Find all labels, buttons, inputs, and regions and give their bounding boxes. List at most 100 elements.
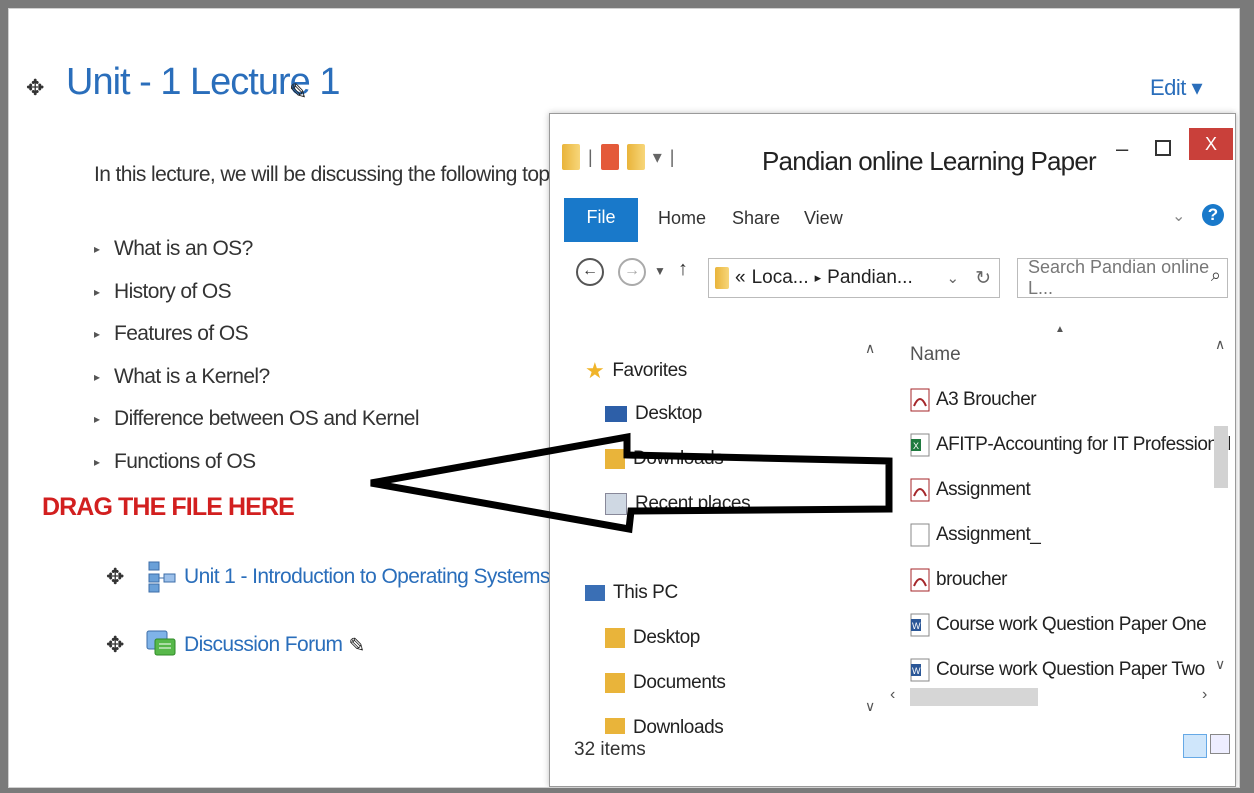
edit-pencil-icon[interactable]: ✎ [348,633,365,658]
title-bar[interactable]: | ▾ | Pandian online Learning Paper – X [550,114,1235,176]
file-row[interactable]: W Course work Question Paper One [910,613,1207,637]
file-list: ▲ Name A3 Broucher X AFITP-Accounting fo… [890,314,1230,734]
customize-toolbar-icon[interactable]: ▾ [653,147,662,168]
folder-icon [605,628,625,648]
nav-downloads[interactable]: Downloads [605,448,724,470]
ribbon-tabs: File Home Share View ⌄ ? [550,198,1235,242]
nav-favorites[interactable]: ★ Favorites [585,358,687,384]
nav-pc-desktop[interactable]: Desktop [605,627,700,649]
folder-icon[interactable] [562,144,580,170]
topic-item: ▸ Difference between OS and Kernel [94,407,420,430]
scrollbar-thumb[interactable] [910,688,1038,706]
separator: | [669,146,675,167]
activity-link[interactable]: Discussion Forum [184,633,343,657]
expand-ribbon-icon[interactable]: ⌄ [1172,206,1185,226]
file-row[interactable]: Assignment [910,478,1031,502]
address-dropdown-icon[interactable]: ⌄ [947,269,960,287]
folder-icon [715,267,729,289]
nav-scroll-down-icon[interactable]: ∨ [865,698,875,715]
file-row[interactable]: A3 Broucher [910,388,1037,412]
up-arrow-icon[interactable]: ↑ [678,258,688,281]
file-row[interactable]: X AFITP-Accounting for IT Professionals … [910,433,1230,457]
nav-documents[interactable]: Documents [605,672,726,694]
bullet-icon: ▸ [94,284,100,299]
refresh-icon[interactable]: ↻ [975,267,991,290]
forum-icon [146,630,176,656]
details-view-button[interactable] [1183,734,1207,758]
search-input[interactable]: Search Pandian online L... ⌕ [1017,257,1228,298]
file-explorer-window: | ▾ | Pandian online Learning Paper – X … [549,113,1236,787]
breadcrumb-local[interactable]: Loca... [752,267,809,289]
address-bar[interactable]: « Loca... ▸ Pandian... ⌄ ↻ [708,258,1000,298]
scroll-right-icon[interactable]: › [1202,686,1207,704]
forward-button[interactable]: → [618,258,646,286]
close-button[interactable]: X [1189,128,1233,160]
recent-places-icon [605,493,627,515]
word-file-icon: W [910,658,930,682]
nav-recent-places[interactable]: Recent places [605,493,751,515]
navigation-bar: ← → ▼ ↑ « Loca... ▸ Pandian... ⌄ ↻ Searc… [550,244,1235,304]
pdf-file-icon [910,388,930,412]
file-row[interactable]: Assignment_ [910,523,1041,547]
large-icons-view-button[interactable] [1210,734,1230,754]
column-header-name[interactable]: Name [910,344,961,366]
topic-item: ▸ History of OS [94,279,232,303]
pdf-file-icon [910,568,930,592]
tab-view[interactable]: View [804,208,843,229]
nav-scroll-up-icon[interactable]: ∧ [865,340,875,357]
downloads-icon [605,449,625,469]
file-row[interactable]: broucher [910,568,1008,592]
drag-drop-hint: DRAG THE FILE HERE [42,493,295,521]
bullet-icon: ▸ [94,454,100,469]
svg-text:W: W [912,621,921,631]
file-row[interactable]: W Course work Question Paper Two [910,658,1205,682]
bullet-icon: ▸ [94,327,100,342]
quick-access-toolbar: | ▾ | [562,144,674,170]
minimize-button[interactable]: – [1116,136,1128,162]
nav-this-pc[interactable]: This PC [585,582,678,604]
back-button[interactable]: ← [576,258,604,286]
activity-discussion-forum[interactable]: ✥ Discussion Forum ✎ [106,629,365,661]
search-icon[interactable]: ⌕ [1211,265,1221,286]
topic-item: ▸ What is an OS? [94,237,253,260]
scroll-down-icon[interactable]: ∨ [1215,656,1225,673]
topic-item: ▸ Features of OS [94,322,249,345]
diagram-icon [148,561,176,593]
help-icon[interactable]: ? [1202,204,1224,226]
computer-icon [585,585,605,601]
status-item-count: 32 items [574,739,646,760]
scroll-up-icon[interactable]: ∧ [1215,336,1225,353]
folder-icon [605,673,625,693]
move-activity-icon[interactable]: ✥ [106,564,146,590]
tab-share[interactable]: Share [732,208,780,229]
move-activity-icon[interactable]: ✥ [106,632,146,658]
svg-text:X: X [913,441,919,451]
svg-text:W: W [912,666,921,676]
section-summary: In this lecture, we will be discussing t… [94,163,579,186]
move-section-icon[interactable]: ✥ [26,75,44,101]
course-page: ✥ Unit - 1 Lecture 1 ✎ Edit ▾ In this le… [8,8,1240,788]
bullet-icon: ▸ [94,369,100,384]
horizontal-scrollbar[interactable]: ‹ › [890,686,1220,708]
edit-title-pencil-icon[interactable]: ✎ [289,79,307,105]
tab-file[interactable]: File [564,198,638,242]
breadcrumb-pandian[interactable]: Pandian... [827,267,913,289]
separator: | [588,146,593,167]
star-icon: ★ [585,358,605,383]
tab-home[interactable]: Home [658,208,706,229]
vertical-scrollbar[interactable]: ∧ ∨ [1212,336,1230,673]
activity-unit1-resource[interactable]: ✥ Unit 1 - Introduction to Operating Sys… [106,561,573,593]
word-file-icon: W [910,613,930,637]
new-folder-icon[interactable] [626,144,645,170]
folder-icon [605,718,625,734]
scrollbar-thumb[interactable] [1214,426,1228,488]
maximize-button[interactable] [1155,140,1171,156]
pdf-file-icon [910,478,930,502]
scroll-left-icon[interactable]: ‹ [890,686,895,704]
nav-desktop[interactable]: Desktop [605,403,702,425]
properties-icon[interactable] [600,144,619,170]
nav-pc-downloads[interactable]: Downloads [605,717,724,734]
activity-link[interactable]: Unit 1 - Introduction to Operating Syste… [184,565,550,589]
edit-menu-button[interactable]: Edit ▾ [1150,75,1203,101]
recent-locations-icon[interactable]: ▼ [654,264,666,278]
